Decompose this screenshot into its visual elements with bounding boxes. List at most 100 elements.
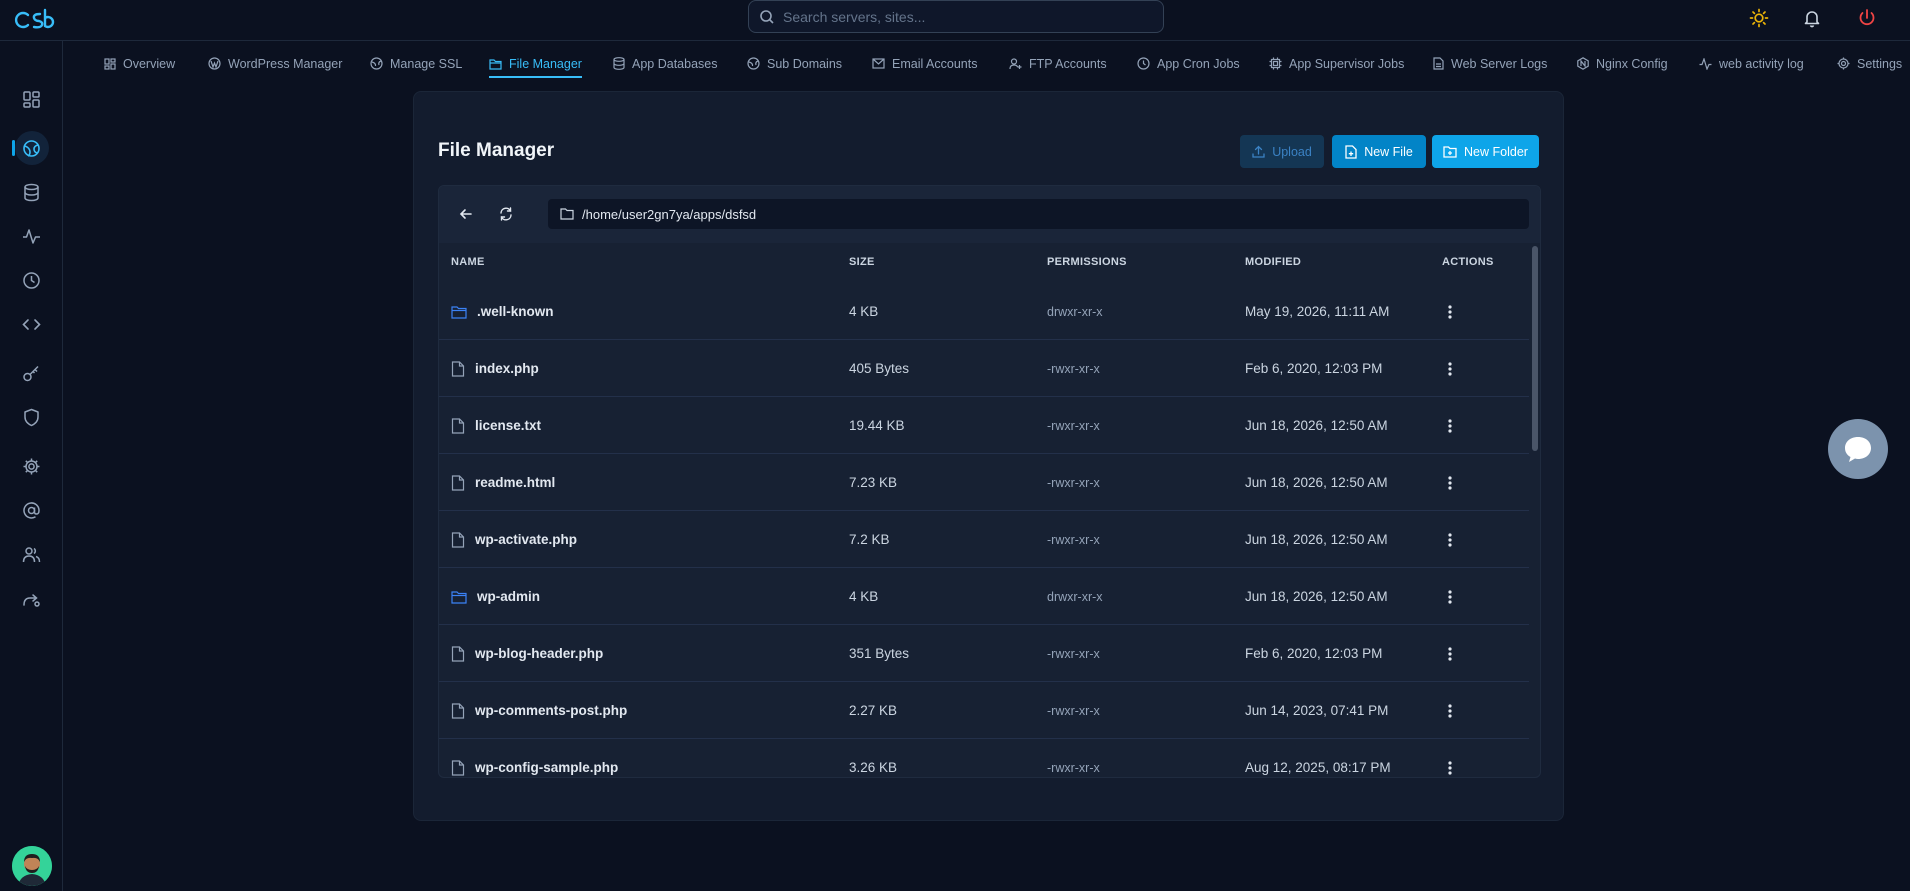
table-row[interactable]: readme.html 7.23 KB -rwxr-xr-x Jun 18, 2026…	[439, 454, 1529, 511]
search-input[interactable]	[783, 8, 1143, 25]
sidebar-item-email[interactable]	[0, 493, 63, 527]
table-row[interactable]: wp-admin 4 KB drwxr-xr-x Jun 18, 2026, 12:5…	[439, 568, 1529, 625]
new-file-button[interactable]: New File	[1332, 135, 1426, 168]
search-bar[interactable]	[748, 0, 1164, 33]
column-header-modified[interactable]: MODIFIED	[1245, 256, 1301, 268]
upload-button[interactable]: Upload	[1240, 135, 1324, 168]
table-header: NAME SIZE PERMISSIONS MODIFIED ACTIONS	[439, 243, 1529, 283]
file-name-cell[interactable]: wp-blog-header.php	[451, 625, 603, 682]
column-header-permissions[interactable]: PERMISSIONS	[1047, 256, 1127, 268]
folder-icon	[489, 58, 502, 70]
tab-app-cron-jobs[interactable]: App Cron Jobs	[1137, 41, 1240, 86]
tab-app-databases[interactable]: App Databases	[613, 41, 717, 86]
tab-ftp-accounts[interactable]: FTP Accounts	[1009, 41, 1107, 86]
back-button[interactable]	[451, 199, 481, 229]
file-icon	[451, 417, 465, 434]
sidebar-item-databases[interactable]	[0, 175, 63, 209]
table-row[interactable]: wp-comments-post.php 2.27 KB -rwxr-xr-x Jun…	[439, 682, 1529, 739]
file-icon	[451, 531, 465, 548]
tab-sub-domains[interactable]: Sub Domains	[747, 41, 842, 86]
theme-toggle-button[interactable]	[1746, 5, 1772, 31]
tab-web-activity-log[interactable]: web activity log	[1699, 41, 1804, 86]
row-actions-button[interactable]	[1440, 397, 1460, 454]
table-row[interactable]: wp-config-sample.php 3.26 KB -rwxr-xr-x Aug…	[439, 739, 1529, 777]
row-actions-button[interactable]	[1440, 682, 1460, 739]
cron-icon	[1137, 57, 1150, 70]
logout-button[interactable]	[1854, 5, 1880, 31]
current-path: /home/user2gn7ya/apps/dsfsd	[582, 206, 757, 222]
chat-button[interactable]	[1828, 419, 1888, 479]
refresh-button[interactable]	[491, 199, 521, 229]
tab-label: Manage SSL	[390, 56, 463, 71]
table-row[interactable]: wp-blog-header.php 351 Bytes -rwxr-xr-x Feb…	[439, 625, 1529, 682]
gear-icon	[23, 458, 40, 474]
file-name-cell[interactable]: readme.html	[451, 454, 555, 511]
column-header-name[interactable]: NAME	[451, 256, 485, 268]
file-name: wp-admin	[477, 589, 540, 604]
row-actions-button[interactable]	[1440, 739, 1460, 777]
tab-nginx-config[interactable]: Nginx Config	[1577, 41, 1668, 86]
tab-file-manager[interactable]: File Manager	[489, 41, 582, 86]
table-row[interactable]: license.txt 19.44 KB -rwxr-xr-x Jun 18, 202…	[439, 397, 1529, 454]
row-actions-button[interactable]	[1440, 511, 1460, 568]
row-actions-button[interactable]	[1440, 625, 1460, 682]
nginx-icon	[1577, 57, 1589, 70]
bell-icon	[1804, 11, 1820, 28]
file-name-cell[interactable]: wp-activate.php	[451, 511, 577, 568]
sidebar-item-settings[interactable]	[0, 449, 63, 483]
power-icon	[1859, 9, 1875, 26]
tab-web-server-logs[interactable]: Web Server Logs	[1433, 41, 1547, 86]
file-name-cell[interactable]: wp-admin	[451, 568, 540, 625]
sidebar-item-routing[interactable]	[0, 581, 63, 615]
file-name-cell[interactable]: .well-known	[451, 283, 554, 340]
tab-settings[interactable]: Settings	[1837, 41, 1902, 86]
sidebar-item-monitoring[interactable]	[0, 219, 63, 253]
tab-app-supervisor-jobs[interactable]: App Supervisor Jobs	[1269, 41, 1404, 86]
avatar[interactable]	[12, 846, 52, 886]
row-actions-button[interactable]	[1440, 454, 1460, 511]
file-name: wp-blog-header.php	[475, 646, 604, 661]
table-row[interactable]: .well-known 4 KB drwxr-xr-x May 19, 2026, 1…	[439, 283, 1529, 340]
tab-overview[interactable]: Overview	[104, 41, 175, 86]
sidebar-item-keys[interactable]	[0, 356, 63, 390]
users-icon	[22, 546, 41, 562]
scrollbar[interactable]	[1532, 246, 1538, 451]
notifications-button[interactable]	[1799, 5, 1825, 31]
shield-icon	[24, 408, 39, 426]
route-icon	[23, 593, 40, 607]
table-row[interactable]: wp-activate.php 7.2 KB -rwxr-xr-x Jun 18, 2…	[439, 511, 1529, 568]
new-folder-button[interactable]: New Folder	[1432, 135, 1539, 168]
file-name-cell[interactable]: wp-comments-post.php	[451, 682, 627, 739]
tab-email-accounts[interactable]: Email Accounts	[872, 41, 977, 86]
page-title: File Manager	[438, 140, 555, 161]
column-header-size[interactable]: SIZE	[849, 256, 875, 268]
file-name-cell[interactable]: wp-config-sample.php	[451, 739, 618, 777]
logo[interactable]	[14, 5, 58, 31]
tab-label: web activity log	[1719, 56, 1804, 71]
table-row[interactable]: index.php 405 Bytes -rwxr-xr-x Feb 6, 2020,…	[439, 340, 1529, 397]
file-name-cell[interactable]: index.php	[451, 340, 539, 397]
file-name: license.txt	[475, 418, 542, 433]
row-actions-button[interactable]	[1440, 283, 1460, 340]
file-modified: Aug 12, 2025, 08:17 PM	[1245, 760, 1391, 775]
sidebar-item-team[interactable]	[0, 537, 63, 571]
tab-wordpress-manager[interactable]: WordPress Manager	[208, 41, 342, 86]
folder-icon	[560, 208, 574, 220]
sidebar-item-code[interactable]	[0, 307, 63, 341]
path-field[interactable]: /home/user2gn7ya/apps/dsfsd	[548, 199, 1529, 229]
file-permissions: drwxr-xr-x	[1047, 304, 1103, 319]
sidebar-item-security[interactable]	[0, 400, 63, 434]
file-name-cell[interactable]: license.txt	[451, 397, 541, 454]
file-size: 2.27 KB	[849, 703, 898, 718]
sidebar-item-sites[interactable]	[0, 131, 63, 165]
row-actions-button[interactable]	[1440, 568, 1460, 625]
database-icon	[24, 183, 39, 201]
sidebar-item-dashboard[interactable]	[0, 82, 63, 116]
file-list: .well-known 4 KB drwxr-xr-x May 19, 2026, 1…	[439, 283, 1529, 777]
upload-icon	[1252, 145, 1265, 158]
tab-manage-ssl[interactable]: Manage SSL	[370, 41, 462, 86]
sidebar-item-cron[interactable]	[0, 263, 63, 297]
row-actions-button[interactable]	[1440, 340, 1460, 397]
more-vertical-icon	[1448, 475, 1452, 490]
more-vertical-icon	[1448, 361, 1452, 376]
